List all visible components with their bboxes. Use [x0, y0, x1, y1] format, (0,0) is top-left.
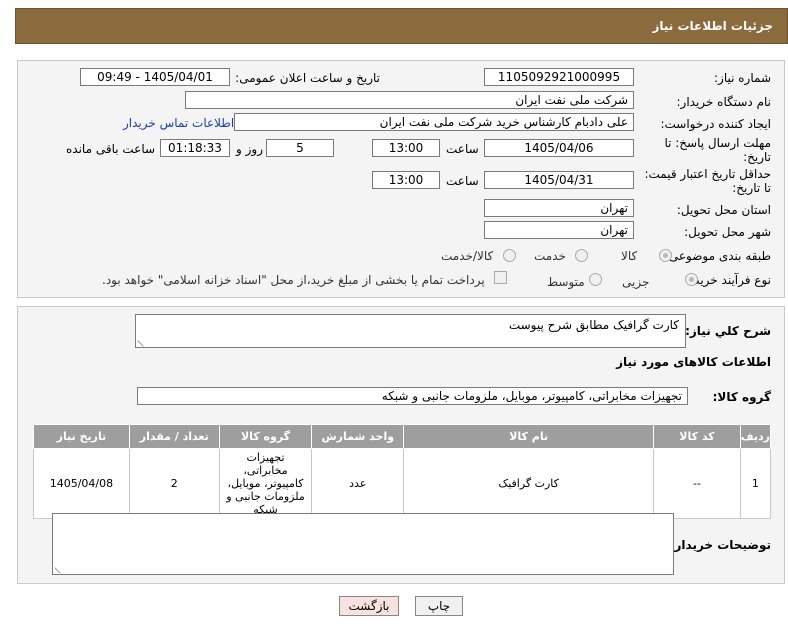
buyer-notes-label: توضیحات خریدار:	[669, 538, 771, 552]
buyer-org-field: شرکت ملی نفت ایران	[185, 91, 634, 109]
summary-text: کارت گرافیک مطابق شرح پیوست	[508, 318, 679, 332]
purchase-type-label: نوع فرآیند خرید :	[686, 273, 771, 287]
remaining-time-field: 01:18:33	[160, 139, 230, 157]
city-field: تهران	[484, 221, 634, 239]
cell-qty: 2	[128, 448, 220, 519]
city-label: شهر محل تحویل:	[684, 225, 771, 239]
back-button[interactable]: بازگشت	[339, 596, 399, 616]
validity-time-label: ساعت	[446, 174, 479, 188]
days-field: 5	[266, 139, 334, 157]
cell-code: --	[653, 448, 741, 519]
purchase-medium-radio[interactable]	[589, 273, 602, 286]
col-unit: واحد شمارش	[311, 424, 405, 449]
deadline-label: مهلت ارسال پاسخ: تا تاریخ:	[664, 136, 771, 164]
summary-label: شرح کلي نياز:	[685, 324, 771, 338]
goods-group-field: تجهیزات مخابراتی، کامپیوتر، موبایل، ملزو…	[137, 387, 688, 405]
buyer-org-label: نام دستگاه خریدار:	[676, 95, 772, 109]
resize-handle[interactable]	[137, 335, 149, 347]
cell-name: کارت گرافیک	[403, 448, 655, 519]
treasury-payment-note: پرداخت تمام یا بخشی از مبلغ خرید،از محل …	[102, 273, 485, 287]
purchase-minor-radio[interactable]	[685, 273, 698, 286]
table-header-row: ردیف کد کالا نام کالا واحد شمارش گروه کا…	[33, 424, 772, 449]
validity-time-field: 13:00	[372, 171, 440, 189]
deadline-time-label: ساعت	[446, 142, 479, 156]
page-header: جزئیات اطلاعات نیاز	[15, 8, 788, 44]
need-number-field: 1105092921000995	[484, 68, 634, 86]
need-number-label: شماره نیاز:	[714, 71, 771, 85]
summary-textarea[interactable]: کارت گرافیک مطابق شرح پیوست	[135, 314, 686, 348]
col-date: تاریخ نیاز	[33, 424, 130, 449]
table-row: 1 -- کارت گرافیک عدد تجهیزات مخابراتی، ک…	[33, 448, 772, 519]
resize-handle[interactable]	[54, 562, 66, 574]
validity-date-field: 1405/04/31	[484, 171, 634, 189]
province-label: استان محل تحویل:	[676, 203, 771, 217]
cell-group: تجهیزات مخابراتی، کامپیوتر، موبایل، ملزو…	[218, 448, 313, 519]
purchase-medium-label: متوسط	[547, 275, 585, 289]
category-both-label: کالا/خدمت	[441, 249, 494, 263]
creator-field: علی دادبام کارشناس خرید شرکت ملی نفت ایر…	[234, 113, 634, 131]
category-label: طبقه بندی موضوعی:	[664, 249, 771, 263]
col-code: کد کالا	[653, 424, 741, 449]
category-service-label: خدمت	[534, 249, 566, 263]
buyer-notes-textarea[interactable]	[52, 513, 674, 575]
announce-field: 1405/04/01 - 09:49	[80, 68, 230, 86]
remaining-label: ساعت باقی مانده	[66, 142, 156, 156]
announce-label: تاریخ و ساعت اعلان عمومی:	[235, 71, 380, 85]
category-both-radio[interactable]	[503, 249, 516, 262]
treasury-payment-checkbox[interactable]	[494, 271, 507, 284]
goods-info-title: اطلاعات کالاهای مورد نیاز	[616, 355, 771, 369]
col-name: نام کالا	[403, 424, 655, 449]
col-row: ردیف	[739, 424, 772, 449]
cell-unit: عدد	[311, 448, 405, 519]
province-field: تهران	[484, 199, 634, 217]
days-label: روز و	[236, 142, 263, 156]
category-service-radio[interactable]	[575, 249, 588, 262]
creator-label: ایجاد کننده درخواست:	[660, 117, 771, 131]
goods-group-label: گروه کالا:	[712, 390, 771, 404]
validity-label: حداقل تاریخ اعتبار قیمت: تا تاریخ:	[644, 167, 771, 195]
contact-info-link[interactable]: اطلاعات تماس خریدار	[123, 116, 234, 130]
cell-date: 1405/04/08	[33, 448, 130, 519]
purchase-minor-label: جزیی	[622, 275, 650, 289]
category-goods-radio[interactable]	[659, 249, 672, 262]
goods-table: ردیف کد کالا نام کالا واحد شمارش گروه کا…	[33, 424, 772, 519]
deadline-time-field: 13:00	[372, 139, 440, 157]
cell-row: 1	[739, 448, 772, 519]
print-button[interactable]: چاپ	[415, 596, 463, 616]
col-qty: تعداد / مقدار	[128, 424, 220, 449]
category-goods-label: کالا	[621, 249, 638, 263]
deadline-date-field: 1405/04/06	[484, 139, 634, 157]
col-group: گروه کالا	[218, 424, 313, 449]
page-title: جزئیات اطلاعات نیاز	[652, 19, 773, 33]
